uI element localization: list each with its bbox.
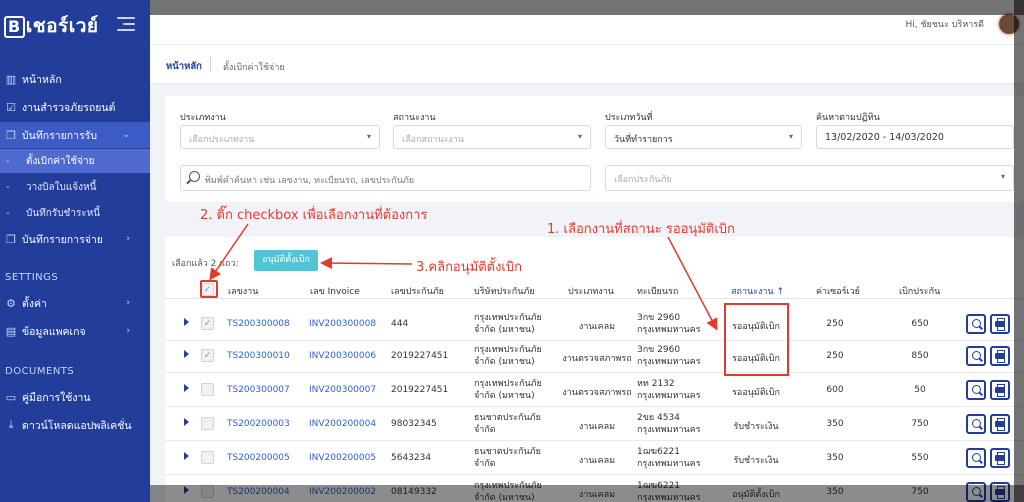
overlay-right [1014,0,1024,502]
overlay-top [150,0,1024,15]
overlay-bottom [150,485,1024,502]
annotation-arrows [209,223,718,331]
